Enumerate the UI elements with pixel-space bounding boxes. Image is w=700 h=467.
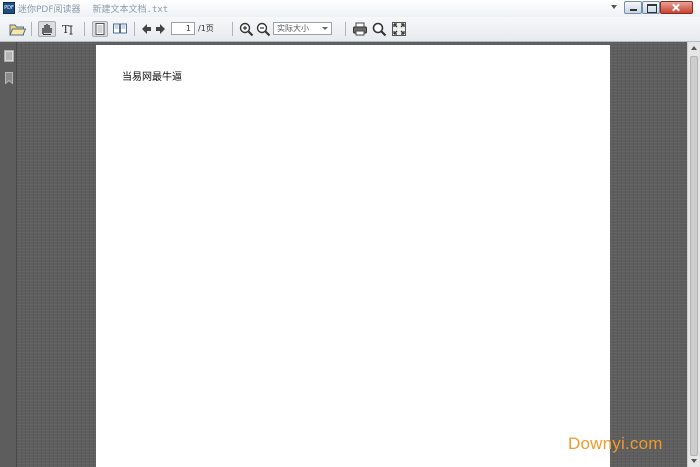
two-page-view-button[interactable] (112, 21, 128, 37)
hand-tool-button[interactable] (38, 21, 56, 37)
close-icon (661, 2, 692, 13)
previous-page-button[interactable] (141, 21, 152, 37)
open-file-button[interactable] (8, 21, 26, 37)
zoom-in-icon (239, 22, 254, 37)
chevron-down-icon (322, 27, 328, 30)
toolbar-separator (134, 22, 135, 36)
toolbar: T 1 /1页 实际大小 (0, 17, 700, 42)
maximize-button[interactable] (642, 1, 660, 14)
bookmark-icon (5, 72, 13, 85)
zoom-in-button[interactable] (239, 21, 254, 37)
window-title: 迷你PDF阅读器 新建文本文档.txt (18, 2, 168, 15)
zoom-out-button[interactable] (256, 21, 271, 37)
close-button[interactable] (660, 1, 693, 14)
toolbar-separator (345, 22, 346, 36)
minimize-button[interactable] (624, 1, 642, 14)
menu-dropdown-icon[interactable] (611, 5, 617, 9)
maximize-icon (643, 2, 659, 13)
printer-icon (353, 22, 367, 36)
select-text-button[interactable]: T (61, 21, 77, 37)
toolbar-separator (84, 22, 85, 36)
minimize-icon (625, 2, 641, 13)
app-title: 迷你PDF阅读器 (18, 5, 81, 15)
print-button[interactable] (352, 21, 368, 37)
title-bar: PDF 迷你PDF阅读器 新建文本文档.txt (0, 0, 700, 17)
page-total-label: /1页 (198, 24, 214, 33)
fullscreen-button[interactable] (391, 21, 407, 37)
search-icon (372, 22, 387, 37)
vertical-scrollbar[interactable] (687, 42, 700, 467)
next-page-button[interactable] (155, 21, 166, 37)
arrow-left-icon (142, 24, 151, 34)
file-name: 新建文本文档.txt (92, 5, 169, 15)
single-page-icon (95, 23, 105, 35)
text-select-icon: T (62, 23, 73, 36)
svg-text:T: T (62, 23, 70, 36)
single-page-view-button[interactable] (92, 21, 108, 37)
toolbar-separator (232, 22, 233, 36)
page-number-input[interactable]: 1 (171, 22, 195, 35)
arrow-right-icon (156, 24, 165, 34)
toolbar-separator (31, 22, 32, 36)
scroll-down-arrow-icon[interactable] (691, 459, 697, 463)
scroll-up-arrow-icon[interactable] (691, 46, 697, 50)
zoom-level-value: 实际大小 (277, 24, 309, 33)
zoom-out-icon (256, 22, 271, 37)
thumbnails-button[interactable] (4, 50, 14, 62)
bookmarks-button[interactable] (4, 72, 14, 85)
document-text: 当易网最牛逼 (122, 72, 182, 83)
side-panel (0, 42, 17, 467)
watermark-logo: Downyi.com (568, 434, 663, 453)
fullscreen-icon (392, 22, 406, 36)
hand-icon (42, 24, 52, 35)
zoom-level-select[interactable]: 实际大小 (273, 22, 332, 35)
scrollbar-thumb[interactable] (690, 56, 698, 456)
page-thumbnail-icon (4, 50, 14, 62)
two-page-icon (113, 23, 127, 34)
app-icon: PDF (3, 2, 15, 14)
folder-open-icon (9, 24, 26, 36)
document-page[interactable]: 当易网最牛逼 (96, 45, 610, 467)
search-button[interactable] (372, 21, 387, 37)
